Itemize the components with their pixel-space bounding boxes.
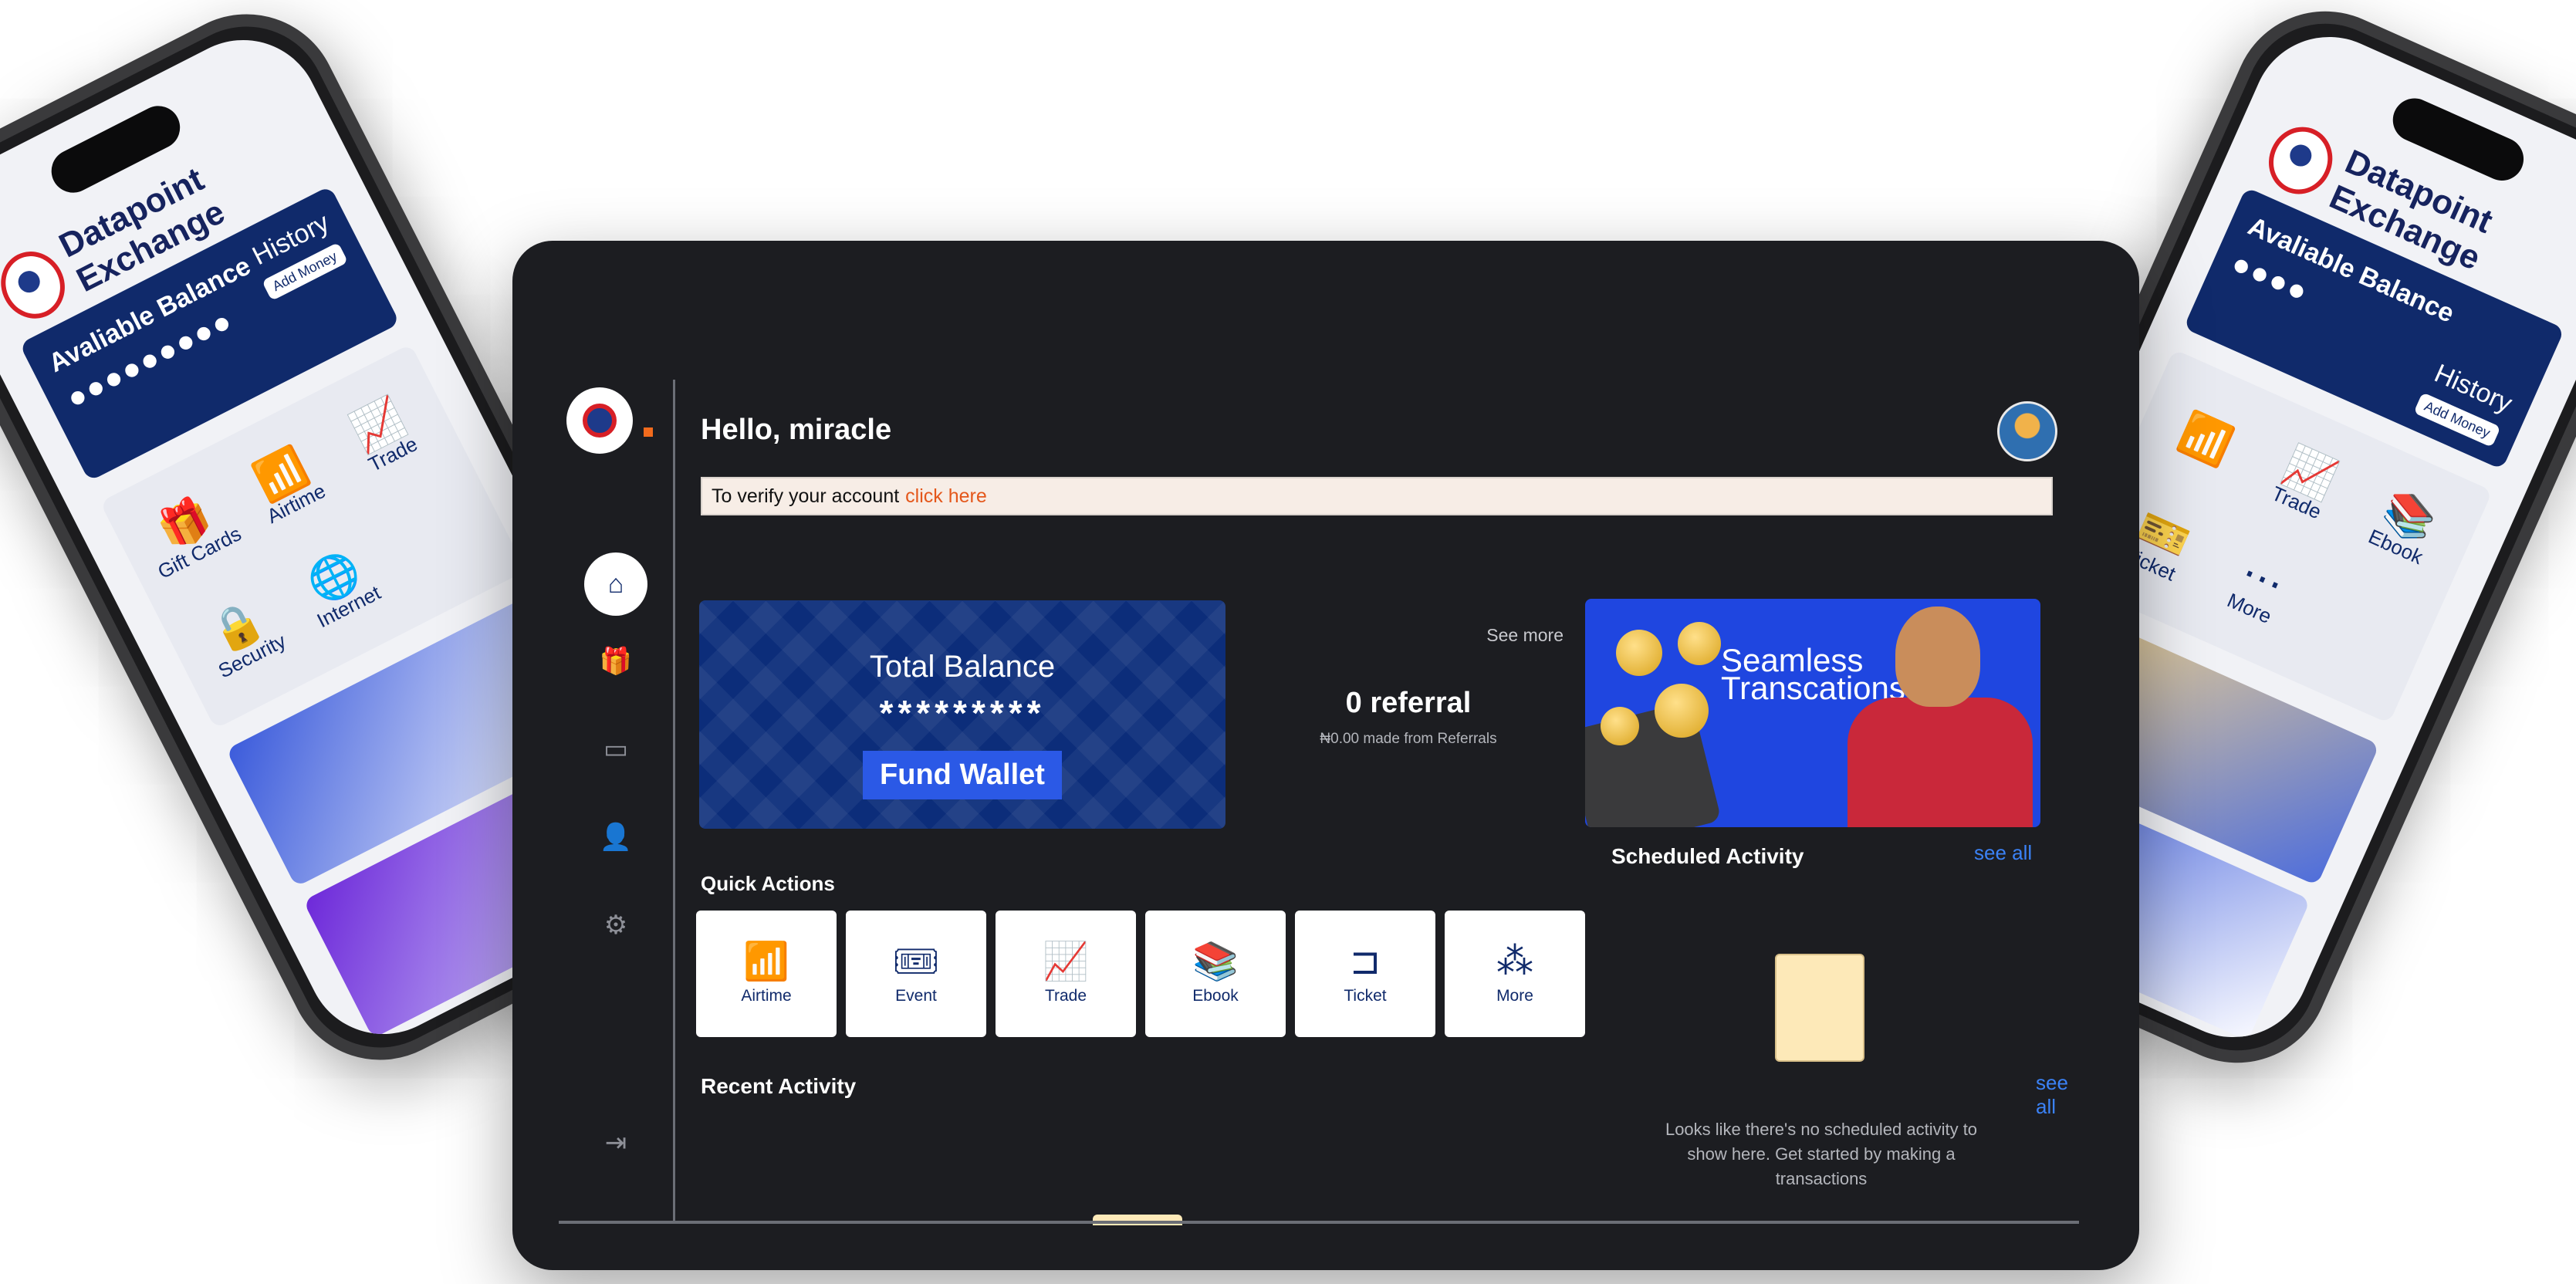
sidebar: ⌂ 🎁 ▭ 👤 ⚙ ⇥ [559,380,675,1221]
airtime-icon: 📶 [2172,407,2240,471]
promo-banner[interactable]: Seamless Transcations [1585,599,2040,827]
divider [559,1221,2079,1224]
avatar[interactable] [1997,401,2057,461]
card-icon[interactable]: ▭ [584,718,647,781]
verify-banner: To verify your account click here [701,477,2053,515]
head-shape [1895,607,1980,707]
app-logo[interactable] [566,387,633,454]
logout-icon[interactable]: ⇥ [584,1111,647,1174]
scheduled-empty-message: Looks like there's no scheduled activity… [1665,1120,1978,1188]
quick-action-label: Event [895,987,937,1005]
home-icon[interactable]: ⌂ [584,552,647,616]
coin-illustration [1601,707,1639,745]
greeting: Hello, miracle [701,414,892,446]
person-illustration [1840,607,2033,827]
referral-count: 0 referral [1345,687,1472,719]
scheduled-see-all-link[interactable]: see all [1974,841,2032,865]
logo-accent [644,427,653,437]
total-balance-card: Total Balance ********* Fund Wallet [699,600,1225,829]
recent-activity-title: Recent Activity [701,1074,857,1098]
total-balance-title: Total Balance [869,650,1056,684]
verify-link[interactable]: click here [905,485,987,508]
quick-action-ticket[interactable]: ⊐ Ticket [1295,911,1435,1037]
quick-action-trade[interactable]: 📈 Trade [996,911,1136,1037]
total-balance-value: ********* [879,693,1046,733]
sidebar-item-home[interactable]: ⌂ [559,552,673,616]
quick-action-label: Trade [1044,987,1087,1005]
quick-action-more[interactable]: ⁂ More [1445,911,1585,1037]
ebook-icon: 📚 [1192,941,1239,982]
logo-icon [583,404,617,438]
quick-actions-title: Quick Actions [701,872,835,895]
sidebar-item-settings[interactable]: ⚙ [559,894,673,957]
gift-icon[interactable]: 🎁 [584,630,647,693]
sidebar-item-gift[interactable]: 🎁 [559,630,673,693]
ticket-icon: ⊐ [1349,941,1381,982]
empty-folder-icon [1775,954,1864,1062]
sidebar-item-logout[interactable]: ⇥ [559,1111,673,1174]
coin-illustration [1655,684,1709,738]
user-icon[interactable]: 👤 [584,806,647,869]
fund-wallet-button[interactable]: Fund Wallet [863,751,1062,799]
verify-text: To verify your account [712,485,900,507]
trade-icon: 📈 [1043,941,1089,982]
dashboard-app: ⌂ 🎁 ▭ 👤 ⚙ ⇥ Hello, miracle To verify you… [559,380,2079,1225]
quick-action-label: Airtime [741,987,792,1005]
coin-illustration [1678,622,1721,665]
datapoint-logo-icon [2258,117,2344,204]
sidebar-item-profile[interactable]: 👤 [559,806,673,869]
quick-action-label: Ticket [1344,987,1387,1005]
quick-action-ebook[interactable]: 📚 Ebook [1145,911,1286,1037]
referral-earnings: ₦0.00 made from Referrals [1320,731,1497,747]
quick-actions: 📶 Airtime 🎟 Event 📈 Trade 📚 Ebook ⊐ Tick… [696,911,1585,1037]
airtime-icon: 📶 [743,941,789,982]
recent-see-all-link[interactable]: see all [2036,1071,2079,1119]
see-more-link[interactable]: See more [1486,625,1564,646]
quick-action-event[interactable]: 🎟 Event [846,911,986,1037]
quick-action-label: More [1496,987,1533,1005]
referral-card: See more 0 referral ₦0.00 made from Refe… [1242,600,1574,829]
settings-icon[interactable]: ⚙ [584,894,647,957]
quick-action-airtime[interactable]: 📶 Airtime [696,911,837,1037]
event-ticket-icon: 🎟 [892,941,940,982]
scheduled-activity-title: Scheduled Activity [1611,844,1804,868]
more-icon: ⁂ [1496,941,1533,982]
tablet-mockup: ⌂ 🎁 ▭ 👤 ⚙ ⇥ Hello, miracle To verify you… [512,241,2139,1270]
sidebar-item-card[interactable]: ▭ [559,718,673,781]
quick-action-label: Ebook [1192,987,1239,1005]
coin-illustration [1616,630,1662,676]
shirt-shape [1847,698,2033,827]
